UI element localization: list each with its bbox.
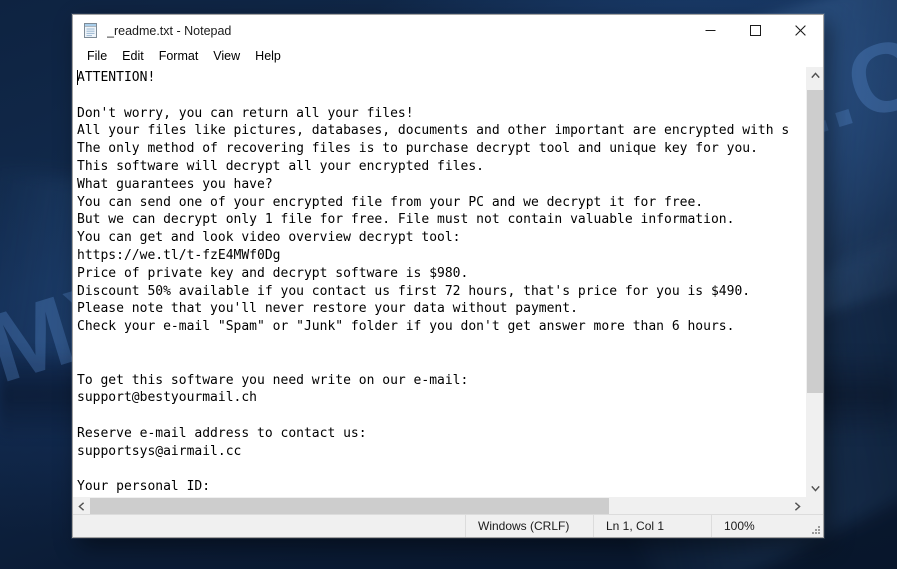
scroll-right-button[interactable] [789,498,806,514]
chevron-up-icon [810,72,820,79]
close-button[interactable] [778,15,823,46]
horizontal-scroll-thumb[interactable] [90,498,609,514]
vertical-scrollbar[interactable] [806,67,823,497]
status-cursor-position: Ln 1, Col 1 [593,515,711,537]
window-controls [688,15,823,46]
minimize-button[interactable] [688,15,733,46]
status-zoom-level: 100% [711,515,823,537]
menu-item-edit[interactable]: Edit [115,48,152,65]
minimize-icon [705,30,716,31]
status-spacer [73,515,465,537]
notepad-icon [82,22,99,39]
maximize-button[interactable] [733,15,778,46]
menu-item-file[interactable]: File [80,48,115,65]
chevron-left-icon [78,501,85,511]
editor-row: ATTENTION! Don't worry, you can return a… [73,67,823,497]
desktop-background: MYANTISPYWARE.COM _readme. [0,0,897,569]
status-encoding: Windows (CRLF) [465,515,593,537]
resize-grip-icon[interactable] [810,524,820,534]
vertical-scroll-track[interactable] [807,84,823,480]
notepad-window: _readme.txt - Notepad File Edit Format V… [72,14,824,538]
maximize-icon [750,25,761,36]
document-text: ATTENTION! Don't worry, you can return a… [77,70,790,495]
menu-item-help[interactable]: Help [248,48,289,65]
vertical-scroll-thumb[interactable] [807,90,823,393]
horizontal-scrollbar[interactable] [73,497,823,514]
window-title: _readme.txt - Notepad [107,23,232,38]
horizontal-scroll-track[interactable] [90,498,789,514]
status-bar: Windows (CRLF) Ln 1, Col 1 100% [73,514,823,537]
titlebar-left-group: _readme.txt - Notepad [73,22,688,39]
text-editor-area[interactable]: ATTENTION! Don't worry, you can return a… [73,67,806,497]
menu-item-format[interactable]: Format [152,48,207,65]
close-icon [795,25,806,36]
scrollbar-corner [806,498,823,514]
menu-bar: File Edit Format View Help [73,46,823,67]
chevron-down-icon [810,485,820,492]
scroll-left-button[interactable] [73,498,90,514]
scroll-up-button[interactable] [807,67,823,84]
status-zoom-label: 100% [724,519,755,533]
window-titlebar[interactable]: _readme.txt - Notepad [73,15,823,46]
menu-item-view[interactable]: View [206,48,248,65]
scroll-down-button[interactable] [807,480,823,497]
chevron-right-icon [794,501,801,511]
editor-region: ATTENTION! Don't worry, you can return a… [73,67,823,514]
